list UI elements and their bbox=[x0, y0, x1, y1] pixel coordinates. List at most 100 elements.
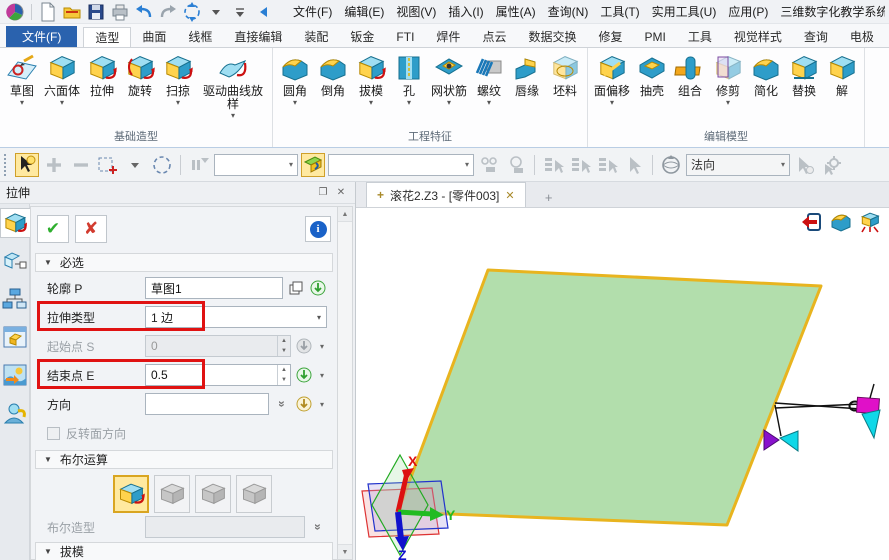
ribbon-tab-5[interactable]: 钣金 bbox=[339, 26, 385, 47]
ribbon-button-六面体[interactable]: 六面体▾ bbox=[41, 50, 83, 109]
direction-input[interactable] bbox=[145, 393, 269, 415]
orient-sphere-icon[interactable] bbox=[659, 153, 683, 177]
ribbon-tab-3[interactable]: 直接编辑 bbox=[223, 26, 293, 47]
field-dropdown-icon[interactable]: ▾ bbox=[317, 342, 327, 351]
reverse-direction-checkbox[interactable] bbox=[47, 427, 60, 440]
ribbon-tab-6[interactable]: FTI bbox=[385, 26, 425, 47]
menu-item-6[interactable]: 工具(T) bbox=[594, 1, 645, 22]
ribbon-button-扫掠[interactable]: 扫掠▾ bbox=[159, 50, 197, 109]
ribbon-button-草图[interactable]: 草图▾ bbox=[3, 50, 41, 109]
apply-value-icon[interactable] bbox=[295, 366, 313, 384]
ok-button[interactable]: ✔ bbox=[37, 215, 69, 243]
ribbon-tab-1[interactable]: 曲面 bbox=[131, 26, 177, 47]
ribbon-button-修剪[interactable]: 修剪▾ bbox=[709, 50, 747, 109]
ribbon-tab-13[interactable]: 视觉样式 bbox=[723, 26, 793, 47]
view-manager-tab-icon[interactable] bbox=[1, 322, 29, 352]
new-document-tab-button[interactable]: + bbox=[532, 187, 566, 207]
direction-combobox[interactable]: 法向▾ bbox=[686, 154, 790, 176]
copy-icon[interactable] bbox=[287, 279, 305, 297]
ribbon-tab-12[interactable]: 工具 bbox=[677, 26, 723, 47]
extrude-type-select[interactable]: 1 边▾ bbox=[145, 306, 327, 328]
ribbon-button-倒角[interactable]: 倒角 bbox=[314, 50, 352, 109]
ribbon-tab-10[interactable]: 修复 bbox=[587, 26, 633, 47]
ribbon-tab-4[interactable]: 装配 bbox=[293, 26, 339, 47]
document-tab[interactable]: + 滚花2.Z3 - [零件003] ✕ bbox=[366, 182, 526, 207]
pointer-plus-icon[interactable] bbox=[793, 153, 817, 177]
doc-close-icon[interactable]: ✕ bbox=[505, 189, 514, 202]
view-orient-icon[interactable] bbox=[181, 2, 203, 22]
expand-chevron-icon[interactable]: » bbox=[273, 395, 291, 413]
entity-filter-combobox[interactable]: ▾ bbox=[214, 154, 298, 176]
exit-sketch-icon[interactable] bbox=[801, 211, 823, 233]
dropdown-arrow-icon[interactable]: ▾ bbox=[610, 98, 614, 108]
ribbon-button-抽壳[interactable]: 抽壳 bbox=[633, 50, 671, 109]
ribbon-button-网状筋[interactable]: 网状筋▾ bbox=[428, 50, 470, 109]
scroll-track[interactable] bbox=[338, 222, 352, 544]
remove-pick-icon[interactable] bbox=[69, 153, 93, 177]
filter-icon[interactable] bbox=[187, 153, 211, 177]
ribbon-button-简化[interactable]: 简化 bbox=[747, 50, 785, 109]
ribbon-button-替换[interactable]: 替换 bbox=[785, 50, 823, 109]
info-button[interactable]: i bbox=[305, 216, 331, 242]
scroll-down-icon[interactable]: ▼ bbox=[338, 544, 352, 559]
file-menu-tab[interactable]: 文件(F) bbox=[6, 26, 77, 47]
bool-remove-icon[interactable] bbox=[195, 475, 231, 513]
ribbon-tab-0[interactable]: 造型 bbox=[83, 27, 131, 48]
list-pick-1-icon[interactable] bbox=[541, 153, 565, 177]
apply-direction-icon[interactable] bbox=[295, 395, 313, 413]
expand-chevron-icon[interactable]: » bbox=[309, 518, 327, 536]
extrude-tab-icon[interactable] bbox=[0, 208, 30, 238]
history-tab-icon[interactable] bbox=[1, 284, 29, 314]
ribbon-button-唇缘[interactable]: 唇缘 bbox=[508, 50, 546, 109]
pointer-icon[interactable] bbox=[622, 153, 646, 177]
fillet-quick-icon[interactable] bbox=[830, 211, 852, 233]
sketch-plane[interactable] bbox=[398, 270, 821, 525]
orient-dropdown-icon[interactable] bbox=[205, 2, 227, 22]
new-file-icon[interactable] bbox=[37, 2, 59, 22]
field-dropdown-icon[interactable]: ▾ bbox=[317, 371, 327, 380]
spinner-field[interactable]: 0.5▲▼ bbox=[145, 364, 291, 386]
menu-item-8[interactable]: 应用(P) bbox=[722, 1, 774, 22]
ribbon-tab-9[interactable]: 数据交换 bbox=[517, 26, 587, 47]
menu-item-2[interactable]: 视图(V) bbox=[390, 1, 442, 22]
boolean-shape-input[interactable] bbox=[145, 516, 305, 538]
ribbon-button-拉伸[interactable]: 拉伸 bbox=[83, 50, 121, 109]
open-file-icon[interactable] bbox=[61, 2, 83, 22]
ribbon-button-组合[interactable]: 组合 bbox=[671, 50, 709, 109]
ribbon-button-拔模[interactable]: 拔模▾ bbox=[352, 50, 390, 109]
pick-box-dropdown-icon[interactable] bbox=[123, 153, 147, 177]
offset-toggle-icon[interactable] bbox=[477, 153, 501, 177]
list-pick-2-icon[interactable] bbox=[568, 153, 592, 177]
spinner-field[interactable]: 0▲▼ bbox=[145, 335, 291, 357]
dropdown-arrow-icon[interactable]: ▾ bbox=[176, 98, 180, 108]
pick-cursor-icon[interactable] bbox=[15, 153, 39, 177]
undo-icon[interactable] bbox=[133, 2, 155, 22]
bool-base-icon[interactable] bbox=[113, 475, 149, 513]
panel-close-button[interactable]: ✕ bbox=[333, 185, 349, 201]
dropdown-arrow-icon[interactable]: ▾ bbox=[20, 98, 24, 108]
dropdown-arrow-icon[interactable]: ▾ bbox=[231, 111, 235, 121]
menu-item-7[interactable]: 实用工具(U) bbox=[646, 1, 723, 22]
selection-input-combobox[interactable]: ▾ bbox=[328, 154, 474, 176]
print-icon[interactable] bbox=[109, 2, 131, 22]
bool-intersect-icon[interactable] bbox=[236, 475, 272, 513]
spin-up-icon[interactable]: ▲ bbox=[278, 336, 290, 346]
collapse-icon[interactable] bbox=[253, 2, 275, 22]
section-draft[interactable]: ▼ 拔模 bbox=[35, 542, 333, 560]
apply-profile-icon[interactable] bbox=[309, 279, 327, 297]
menu-item-3[interactable]: 插入(I) bbox=[442, 1, 489, 22]
dropdown-arrow-icon[interactable]: ▾ bbox=[726, 98, 730, 108]
toolbar-overflow-icon[interactable] bbox=[229, 2, 251, 22]
swap-target-icon[interactable] bbox=[301, 153, 325, 177]
ribbon-button-驱动曲线放样[interactable]: 驱动曲线放样▾ bbox=[197, 50, 269, 122]
viewport[interactable]: X Y Z bbox=[356, 208, 889, 560]
cancel-button[interactable]: ✘ bbox=[75, 215, 107, 243]
bundle-toggle-icon[interactable] bbox=[504, 153, 528, 177]
ribbon-button-解[interactable]: 解 bbox=[823, 50, 861, 109]
menu-item-0[interactable]: 文件(F) bbox=[287, 1, 338, 22]
dropdown-arrow-icon[interactable]: ▾ bbox=[407, 98, 411, 108]
render-tab-icon[interactable] bbox=[1, 360, 29, 390]
spin-down-icon[interactable]: ▼ bbox=[278, 346, 290, 356]
menu-item-4[interactable]: 属性(A) bbox=[490, 1, 542, 22]
apply-value-icon[interactable] bbox=[295, 337, 313, 355]
